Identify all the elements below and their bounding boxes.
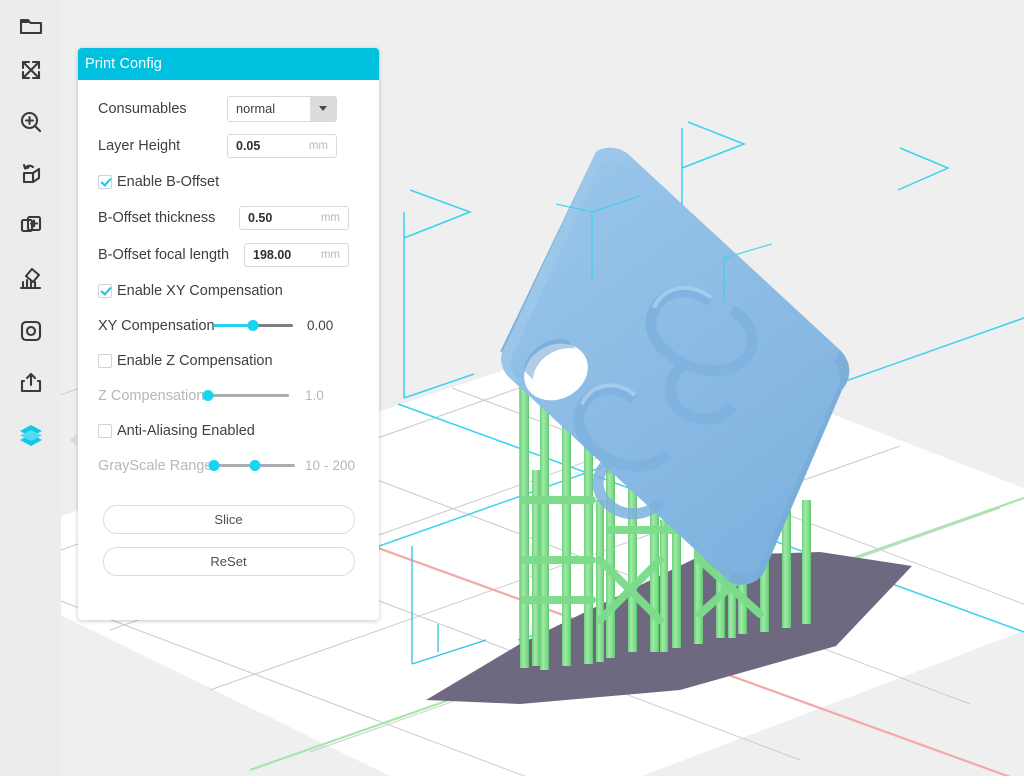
- anti-aliasing-checkbox[interactable]: Anti-Aliasing Enabled: [98, 423, 255, 439]
- consumables-value: normal: [228, 101, 310, 116]
- grayscale-range-label: GrayScale Range: [98, 458, 211, 474]
- consumables-label: Consumables: [98, 101, 227, 117]
- enable-b-offset-checkbox[interactable]: Enable B-Offset: [98, 174, 219, 190]
- slider-thumb-max[interactable]: [249, 460, 260, 471]
- row-enable-b-offset: Enable B-Offset: [98, 164, 359, 199]
- layer-height-label: Layer Height: [98, 138, 227, 154]
- xy-compensation-value: 0.00: [307, 318, 333, 333]
- row-layer-height: Layer Height 0.05 mm: [98, 127, 359, 164]
- slider-thumb[interactable]: [248, 320, 259, 331]
- left-toolbar: [0, 0, 61, 776]
- z-compensation-value: 1.0: [305, 388, 324, 403]
- z-compensation-label: Z Compensation: [98, 388, 205, 404]
- anti-aliasing-label: Anti-Aliasing Enabled: [117, 423, 255, 439]
- support-icon[interactable]: [0, 253, 61, 305]
- enable-xy-compensation-label: Enable XY Compensation: [117, 283, 283, 299]
- checkbox-box: [98, 354, 112, 368]
- grayscale-range-separator: -: [320, 458, 333, 473]
- row-b-offset-thickness: B-Offset thickness 0.50 mm: [98, 199, 359, 236]
- layer-height-value: 0.05: [228, 139, 309, 153]
- b-offset-thickness-label: B-Offset thickness: [98, 210, 239, 226]
- reset-button[interactable]: ReSet: [103, 547, 355, 576]
- row-anti-aliasing: Anti-Aliasing Enabled: [98, 413, 359, 448]
- duplicate-icon[interactable]: [0, 200, 61, 252]
- b-offset-focal-length-value: 198.00: [245, 248, 321, 262]
- panel-body: Consumables normal Layer Height 0.05 mm: [78, 80, 379, 576]
- b-offset-thickness-value: 0.50: [240, 211, 321, 225]
- slider-thumb[interactable]: [202, 390, 213, 401]
- move-icon[interactable]: [0, 44, 61, 96]
- b-offset-focal-length-input[interactable]: 198.00 mm: [244, 243, 349, 267]
- b-offset-thickness-unit: mm: [321, 212, 348, 224]
- enable-b-offset-label: Enable B-Offset: [117, 174, 219, 190]
- row-grayscale-range: GrayScale Range 10 - 200: [98, 448, 359, 483]
- xy-compensation-slider[interactable]: [213, 318, 293, 334]
- layer-height-unit: mm: [309, 140, 336, 152]
- row-b-offset-focal-length: B-Offset focal length 198.00 mm: [98, 236, 359, 273]
- enable-z-compensation-label: Enable Z Compensation: [117, 353, 273, 369]
- z-compensation-slider[interactable]: [205, 388, 289, 404]
- rotate-icon[interactable]: [0, 148, 61, 200]
- checkbox-box: [98, 284, 112, 298]
- row-consumables: Consumables normal: [98, 90, 359, 127]
- xy-compensation-label: XY Compensation: [98, 318, 213, 334]
- chevron-down-icon[interactable]: [310, 97, 336, 121]
- slicer-application: Print Config Consumables normal Layer He…: [0, 0, 1024, 776]
- b-offset-focal-length-unit: mm: [321, 249, 348, 261]
- hollow-icon[interactable]: [0, 305, 61, 357]
- checkbox-box: [98, 424, 112, 438]
- row-xy-compensation: XY Compensation 0.00: [98, 308, 359, 343]
- checkbox-box: [98, 175, 112, 189]
- grayscale-range-max: 200: [333, 458, 356, 473]
- consumables-select[interactable]: normal: [227, 96, 337, 122]
- export-icon[interactable]: [0, 357, 61, 409]
- b-offset-focal-length-label: B-Offset focal length: [98, 247, 244, 263]
- grayscale-range-slider[interactable]: [211, 458, 295, 474]
- panel-collapse-handle[interactable]: [68, 425, 80, 455]
- panel-title: Print Config: [78, 48, 379, 80]
- row-enable-xy-compensation: Enable XY Compensation: [98, 273, 359, 308]
- print-config-panel: Print Config Consumables normal Layer He…: [78, 48, 379, 620]
- zoom-in-icon[interactable]: [0, 96, 61, 148]
- enable-xy-compensation-checkbox[interactable]: Enable XY Compensation: [98, 283, 283, 299]
- slider-thumb-min[interactable]: [209, 460, 220, 471]
- enable-z-compensation-checkbox[interactable]: Enable Z Compensation: [98, 353, 273, 369]
- slider-track: [205, 394, 289, 397]
- slice-button[interactable]: Slice: [103, 505, 355, 534]
- row-z-compensation: Z Compensation 1.0: [98, 378, 359, 413]
- grayscale-range-min: 10: [305, 458, 320, 473]
- layer-height-input[interactable]: 0.05 mm: [227, 134, 337, 158]
- chevron-left-icon: [70, 433, 78, 447]
- layers-icon[interactable]: [0, 409, 61, 461]
- row-enable-z-compensation: Enable Z Compensation: [98, 343, 359, 378]
- b-offset-thickness-input[interactable]: 0.50 mm: [239, 206, 349, 230]
